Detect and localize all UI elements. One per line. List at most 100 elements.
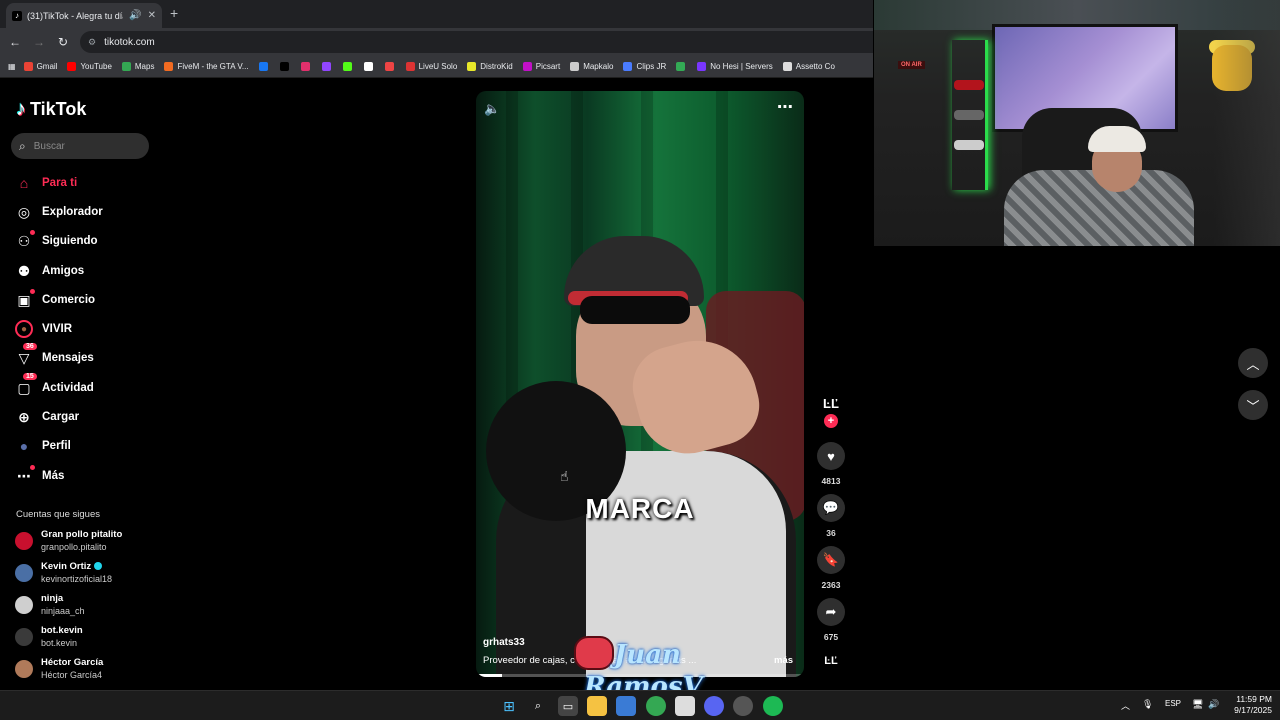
bookmark-item[interactable]: [363, 62, 377, 71]
search-icon[interactable]: ⌕: [528, 696, 548, 716]
bookmark-item[interactable]: [384, 62, 398, 71]
sidebar-item-perfil[interactable]: ● Perfil: [15, 434, 71, 458]
sidebar-item-amigos[interactable]: ⚉ Amigos: [15, 259, 84, 283]
bookmark-item[interactable]: [279, 62, 293, 71]
bookmark-item[interactable]: Picsart: [522, 62, 561, 71]
account-name: Héctor García: [41, 657, 103, 669]
previous-video-button[interactable]: ︿: [1238, 348, 1268, 378]
sunglasses: [580, 296, 690, 324]
bookmark-item[interactable]: [321, 62, 335, 71]
system-clock[interactable]: 11:59 PM 9/17/2025: [1228, 694, 1272, 716]
bookmark-item[interactable]: Assetto Co: [782, 62, 835, 71]
account-text: ninja ninjaaa_ch: [41, 593, 85, 617]
chevron-down-icon: ﹀: [1246, 398, 1260, 414]
windows-taskbar: ⊞ ⌕ ▭ ︿ 🎙 ESP 🖥 🔊 11:59 PM 9/17/2025: [0, 690, 1280, 720]
account-name: Gran pollo pitalito: [41, 529, 122, 541]
following-account[interactable]: ninja ninjaaa_ch: [15, 593, 85, 617]
bookmark-item[interactable]: Clips JR: [623, 62, 666, 71]
more-description-link[interactable]: más: [774, 655, 793, 666]
share-count: 675: [823, 632, 839, 642]
like-button[interactable]: ♥: [817, 442, 845, 470]
forward-arrow-icon[interactable]: →: [27, 35, 51, 49]
windows-start-icon[interactable]: ⊞: [499, 696, 519, 716]
video-progress-fill: [476, 674, 503, 677]
volume-icon[interactable]: 🔈: [484, 101, 500, 117]
sidebar-item-actividad[interactable]: ▢ 15 Actividad: [15, 373, 94, 400]
sidebar-item-para-ti[interactable]: ⌂ Para ti: [15, 171, 77, 195]
share-arrow-icon: ➦: [825, 604, 837, 619]
file-explorer-icon[interactable]: [587, 696, 607, 716]
close-tab-icon[interactable]: ✕: [148, 10, 156, 21]
home-icon: ⌂: [19, 175, 29, 191]
sidebar-item-comercio[interactable]: ▣ Comercio: [15, 288, 95, 312]
sidebar-item-explorador[interactable]: ◎ Explorador: [15, 200, 103, 224]
more-options-icon[interactable]: ⋯: [777, 97, 794, 117]
following-account[interactable]: Héctor García Héctor García4: [15, 657, 103, 681]
notification-dot: [30, 465, 35, 470]
task-view-icon[interactable]: ▭: [558, 696, 578, 716]
profile-icon: ●: [19, 438, 29, 454]
apps-grid-icon[interactable]: ▦: [8, 62, 16, 71]
bookmark-favicon-icon: [321, 62, 331, 71]
bookmark-item[interactable]: [300, 62, 314, 71]
share-button[interactable]: ➦: [817, 598, 845, 626]
spotify-icon[interactable]: [763, 696, 783, 716]
bookmark-item[interactable]: Mapkalo: [570, 62, 613, 71]
volume-icon[interactable]: 🔊: [1208, 699, 1219, 710]
follow-plus-button[interactable]: +: [824, 414, 838, 428]
bookmark-item[interactable]: [258, 62, 272, 71]
more-icon: ⋯: [15, 465, 35, 485]
tiktok-logo[interactable]: ♪ TikTok: [16, 98, 86, 121]
new-tab-button[interactable]: +: [170, 5, 178, 21]
obs-icon[interactable]: [733, 696, 753, 716]
bookmark-item[interactable]: No Hesi | Servers: [697, 62, 773, 71]
music-disc-icon[interactable]: ĿĽ: [820, 655, 842, 671]
account-handle: ninjaaa_ch: [41, 606, 85, 616]
video-author[interactable]: grhats33: [483, 637, 525, 648]
bookmark-item[interactable]: [342, 62, 356, 71]
browser-tab-tiktok[interactable]: ♪ (31)TikTok - Alegra tu día 🔊 ✕: [6, 3, 162, 28]
sidebar-item-siguiendo[interactable]: ⚇ Siguiendo: [15, 229, 98, 253]
next-video-button[interactable]: ﹀: [1238, 390, 1268, 420]
comment-button[interactable]: 💬: [817, 494, 845, 522]
bookmark-item[interactable]: LiveU Solo: [405, 62, 457, 71]
following-account[interactable]: Gran pollo pitalito granpollo.pitalito: [15, 529, 122, 553]
reload-icon[interactable]: ↻: [51, 35, 75, 49]
address-bar[interactable]: ⚙ tikotok.com: [80, 31, 873, 53]
streamer-cap: [1088, 126, 1146, 152]
save-button[interactable]: 🔖: [817, 546, 845, 574]
webcam-overlay: ON AIR: [874, 0, 1280, 246]
bookmark-label: Picsart: [535, 62, 561, 71]
app-icon[interactable]: [616, 696, 636, 716]
sidebar-item-mensajes[interactable]: ▽ 36 Mensajes: [15, 343, 94, 370]
sidebar-item-vivir[interactable]: ● VIVIR: [15, 317, 72, 341]
sidebar-item-label: Más: [42, 470, 65, 482]
bookmark-item[interactable]: Maps: [121, 62, 154, 71]
following-account[interactable]: Kevin Ortiz kevinortizoficial18: [15, 561, 112, 585]
sidebar-item-label: Actividad: [42, 382, 94, 394]
bookmark-item[interactable]: DistroKid: [467, 62, 513, 71]
chevron-up-icon[interactable]: ︿: [1121, 699, 1130, 712]
sidebar-item-label: Amigos: [42, 265, 85, 277]
search-input[interactable]: ⌕ Buscar: [11, 133, 149, 159]
bookmark-item[interactable]: [676, 62, 689, 71]
microphone-icon[interactable]: 🎙: [1142, 699, 1153, 710]
speaker-icon[interactable]: 🔊: [129, 10, 141, 21]
back-arrow-icon[interactable]: ←: [3, 35, 27, 49]
bookmark-label: Clips JR: [636, 62, 667, 71]
account-text: Gran pollo pitalito granpollo.pitalito: [41, 529, 122, 553]
app-icon[interactable]: [675, 696, 695, 716]
following-account[interactable]: bot.kevin bot.kevin: [15, 625, 83, 649]
tiktok-sidebar: ♪ TikTok ⌕ Buscar ⌂ Para ti ◎ Explorador ⚇ Si…: [0, 78, 160, 690]
bookmark-item[interactable]: YouTube: [67, 62, 112, 71]
sidebar-item-más[interactable]: ⋯ Más: [15, 464, 64, 488]
chrome-icon[interactable]: [646, 696, 666, 716]
sidebar-item-cargar[interactable]: ⊕ Cargar: [15, 405, 79, 429]
video-player[interactable]: MARCA 🔈 ⋯ ☝ grhats33 Proveedor de cajas,…: [476, 91, 804, 677]
bookmark-item[interactable]: FiveM - the GTA V...: [164, 62, 249, 71]
network-icon[interactable]: 🖥: [1192, 699, 1203, 710]
bookmark-item[interactable]: Gmail: [23, 62, 57, 71]
site-info-icon[interactable]: ⚙: [88, 37, 96, 48]
discord-icon[interactable]: [704, 696, 724, 716]
language-indicator[interactable]: ESP: [1165, 699, 1181, 708]
